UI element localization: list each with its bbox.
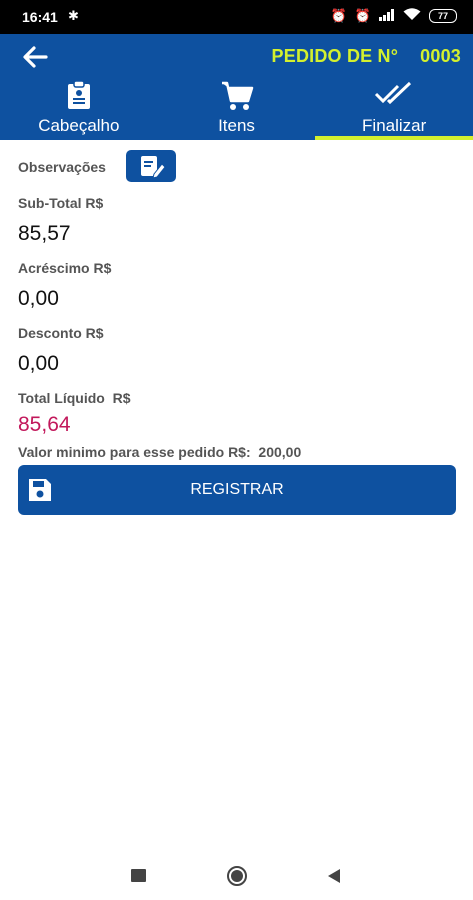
acrescimo-label: Acréscimo R$ (18, 260, 112, 276)
order-title: PEDIDO DE N° 0003 (272, 46, 461, 67)
total-label: Total Líquido R$ (18, 390, 131, 406)
alarm-icon: ⏰ (354, 8, 371, 23)
app-bar: PEDIDO DE N° 0003 Cabeçalho Itens Finaliz… (0, 34, 473, 140)
acrescimo-value: 0,00 (18, 287, 59, 310)
desconto-label: Desconto R$ (18, 325, 104, 341)
tab-cabecalho[interactable]: Cabeçalho (0, 78, 158, 140)
minimum-order-note: Valor minimo para esse pedido R$: 200,00 (18, 444, 302, 460)
order-number: 0003 (420, 46, 461, 66)
register-button[interactable]: REGISTRAR (18, 465, 456, 515)
home-button[interactable] (226, 865, 248, 892)
wifi-icon (403, 8, 421, 24)
tab-finalizar[interactable]: Finalizar (315, 78, 473, 140)
observacoes-label: Observações (18, 159, 106, 175)
battery-icon: 77 (429, 9, 457, 23)
tab-label: Cabeçalho (38, 116, 120, 135)
tab-label: Finalizar (362, 116, 427, 135)
clipboard-icon (66, 80, 92, 115)
order-label: PEDIDO DE N° (271, 46, 399, 66)
desconto-value: 0,00 (18, 352, 59, 375)
status-time: 16:41 (22, 9, 58, 25)
total-value: 85,64 (18, 413, 71, 436)
edit-note-icon (141, 156, 166, 179)
edit-observacoes-button[interactable] (126, 150, 176, 182)
system-nav-bar (0, 845, 473, 900)
cart-icon (220, 80, 254, 117)
register-label: REGISTRAR (190, 481, 284, 498)
double-check-icon (374, 80, 414, 111)
subtotal-value: 85,57 (18, 222, 71, 245)
subtotal-label: Sub-Total R$ (18, 195, 104, 211)
status-icons: ⏰ ⏰ 77 (331, 8, 457, 24)
recents-button[interactable] (131, 869, 147, 888)
tab-itens[interactable]: Itens (158, 78, 316, 140)
back-button[interactable] (326, 868, 342, 889)
signal-icon (379, 8, 395, 24)
active-tab-indicator (315, 136, 473, 140)
bluetooth-icon: ✱ (68, 8, 79, 23)
tab-bar: Cabeçalho Itens Finalizar (0, 78, 473, 140)
tab-label: Itens (218, 116, 255, 135)
alarm-off-icon: ⏰ (330, 8, 347, 23)
status-bar: 16:41 ✱ ⏰ ⏰ 77 (0, 0, 473, 34)
back-arrow-icon[interactable] (20, 42, 50, 72)
